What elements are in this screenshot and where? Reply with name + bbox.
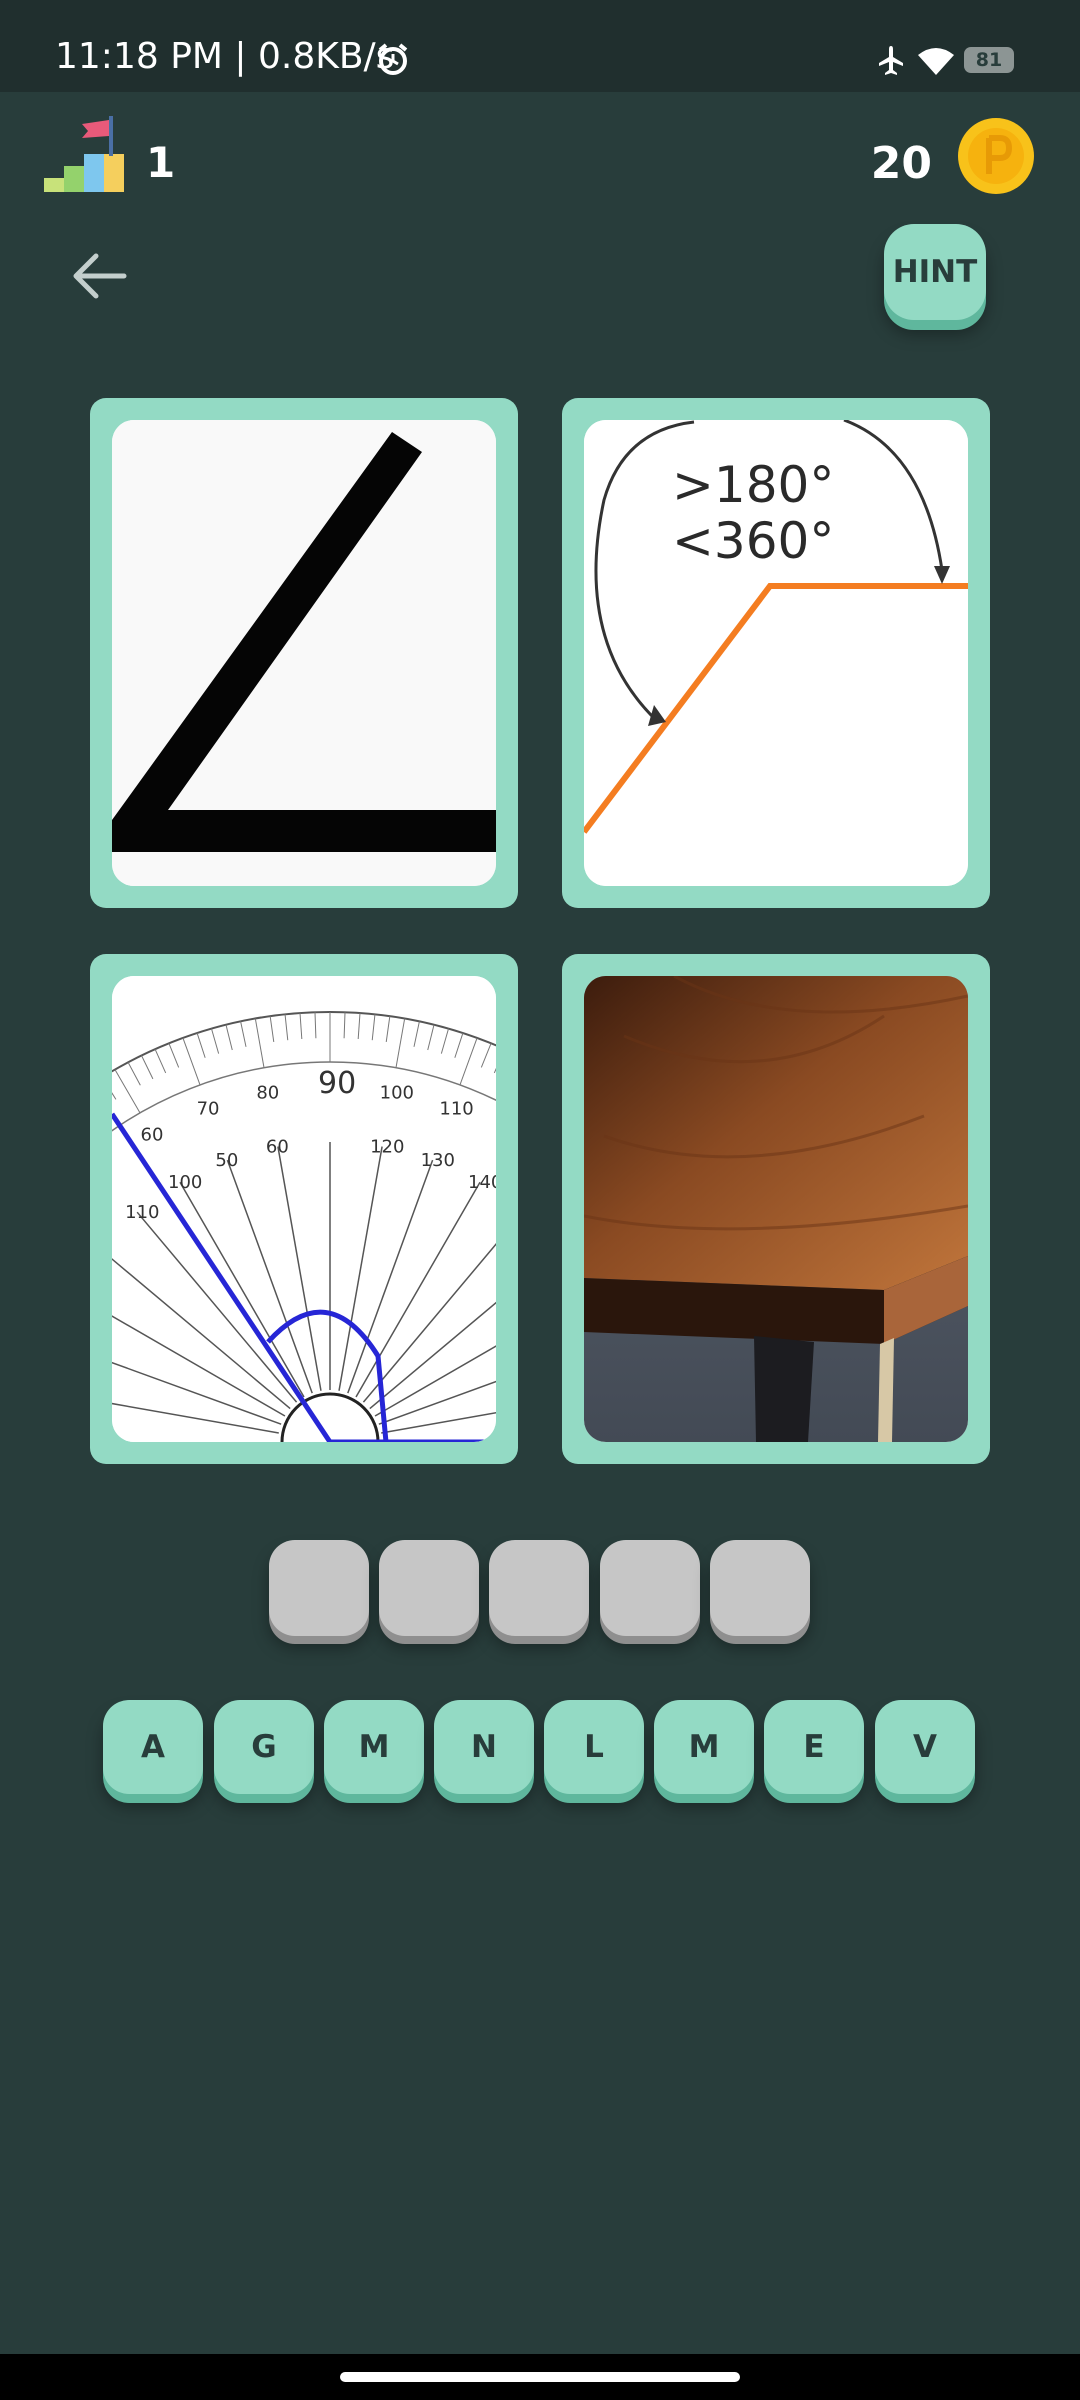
angle-range-text-upper: >180°	[672, 456, 834, 514]
letter-tile-2[interactable]: G	[214, 1700, 314, 1794]
protractor-label: 140	[468, 1172, 496, 1193]
letter-tile-8[interactable]: V	[875, 1700, 975, 1794]
home-indicator[interactable]	[340, 2372, 740, 2382]
answer-slot-1[interactable]	[269, 1540, 369, 1636]
protractor-label: 50	[112, 1160, 113, 1181]
letter-tile-1[interactable]: A	[103, 1700, 203, 1794]
answer-slot-4[interactable]	[600, 1540, 700, 1636]
protractor-picture: 9080706050401001101208070605010011012013…	[112, 976, 496, 1442]
angle-picture	[112, 420, 496, 886]
protractor-label: 60	[266, 1137, 289, 1158]
reflex-angle-picture: >180° <360°	[584, 420, 968, 886]
arrow-left-icon	[73, 253, 127, 299]
letter-tile-7[interactable]: E	[764, 1700, 864, 1794]
letter-tile-3[interactable]: M	[324, 1700, 424, 1794]
protractor-label: 110	[439, 1098, 473, 1119]
table-edge-picture	[584, 976, 968, 1442]
airplane-icon	[879, 46, 903, 75]
protractor-label: 110	[125, 1202, 159, 1223]
back-button[interactable]	[62, 240, 138, 312]
level-number: 1	[146, 138, 176, 187]
letter-tile-6[interactable]: M	[654, 1700, 754, 1794]
battery-icon: 81	[964, 47, 1014, 73]
picture-card-1[interactable]	[90, 398, 518, 908]
protractor-label: 80	[256, 1082, 279, 1103]
protractor-label: 70	[197, 1098, 220, 1119]
picture-card-4[interactable]	[562, 954, 990, 1464]
status-time: 11:18 PM | 0.8KB/s	[55, 36, 395, 77]
protractor-label: 100	[380, 1082, 414, 1103]
protractor-label: 130	[421, 1150, 455, 1171]
alarm-icon	[378, 43, 408, 75]
wifi-icon	[918, 48, 954, 75]
answer-slot-3[interactable]	[489, 1540, 589, 1636]
protractor-label: 100	[168, 1172, 202, 1193]
protractor-label: 120	[496, 1125, 497, 1146]
hint-button[interactable]: HINT	[884, 224, 986, 320]
protractor-label: 120	[370, 1137, 404, 1158]
picture-card-3[interactable]: 9080706050401001101208070605010011012013…	[90, 954, 518, 1464]
answer-slot-5[interactable]	[710, 1540, 810, 1636]
protractor-label: 50	[215, 1150, 238, 1171]
protractor-label: 60	[141, 1125, 164, 1146]
answer-slot-2[interactable]	[379, 1540, 479, 1636]
angle-range-text-lower: <360°	[672, 512, 834, 570]
letter-tile-5[interactable]: L	[544, 1700, 644, 1794]
protractor-label: 90	[318, 1066, 356, 1101]
picture-card-2[interactable]: >180° <360°	[562, 398, 990, 908]
letter-tile-4[interactable]: N	[434, 1700, 534, 1794]
coin-icon	[958, 118, 1034, 194]
coin-count: 20	[870, 138, 932, 189]
stairs-flag-icon	[44, 116, 124, 192]
